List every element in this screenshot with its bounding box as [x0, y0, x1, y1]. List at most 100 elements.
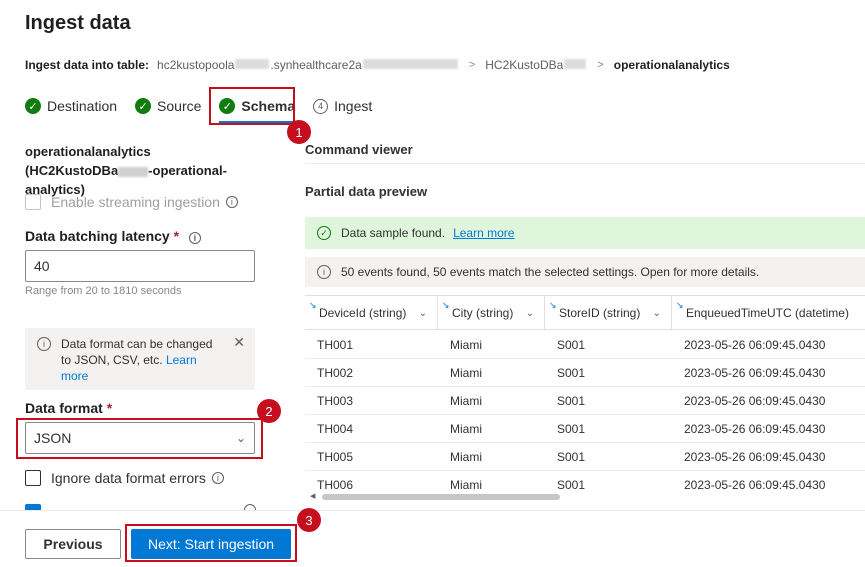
annotation-badge-3: 3 [297, 508, 321, 532]
cell-enqueuedtime: 2023-05-26 06:09:45.0430 [684, 366, 826, 380]
data-format-label: Data format * [25, 400, 112, 416]
ignore-errors-checkbox[interactable] [25, 470, 41, 486]
column-header-enqueuedtime[interactable]: ↘ EnqueuedTimeUTC (datetime) ⌄ [672, 296, 865, 330]
streaming-ingestion-checkbox[interactable] [25, 194, 41, 210]
cell-storeid: S001 [557, 450, 586, 464]
cell-deviceid: TH004 [317, 422, 354, 436]
cell-storeid: S001 [557, 394, 586, 408]
breadcrumb-database[interactable]: HC2KustoDBa [485, 58, 587, 72]
learn-more-link[interactable]: Learn more [453, 226, 514, 240]
column-marker-icon: ↘ [309, 300, 317, 310]
info-icon: i [37, 337, 51, 351]
cell-enqueuedtime: 2023-05-26 06:09:45.0430 [684, 394, 826, 408]
breadcrumb-database-start: HC2KustoDBa [485, 58, 564, 72]
streaming-ingestion-label: Enable streaming ingestion [51, 194, 220, 210]
table-name-line2-start: (HC2KustoDBa [25, 163, 119, 178]
cell-city: Miami [450, 394, 482, 408]
command-viewer-toggle[interactable]: Command viewer [305, 142, 413, 157]
step-number-icon: 4 [313, 98, 329, 114]
column-header-storeid[interactable]: ↘ StoreID (string) ⌄ [545, 296, 672, 330]
horizontal-scrollbar[interactable]: ◀ [310, 492, 860, 502]
column-header-label: DeviceId (string) [319, 306, 407, 320]
info-icon[interactable]: i [188, 232, 201, 244]
cell-enqueuedtime: 2023-05-26 06:09:45.0430 [684, 338, 826, 352]
latency-label: Data batching latency * i [25, 228, 201, 244]
table-name-line1: operationalanalytics [25, 144, 151, 159]
column-marker-icon: ↘ [676, 300, 684, 310]
chevron-down-icon[interactable]: ⌄ [653, 308, 661, 319]
events-info-text: 50 events found, 50 events match the sel… [341, 265, 760, 279]
redacted-text [235, 59, 270, 69]
column-header-label: City (string) [452, 306, 514, 320]
data-format-info-box: i Data format can be changed to JSON, CS… [25, 328, 255, 390]
chevron-down-icon[interactable]: ⌄ [526, 308, 534, 319]
tab-source[interactable]: ✓ Source [135, 92, 201, 120]
column-marker-icon: ↘ [442, 300, 450, 310]
cell-storeid: S001 [557, 422, 586, 436]
cell-deviceid: TH005 [317, 450, 354, 464]
divider [305, 163, 865, 164]
scrollbar-thumb[interactable] [322, 494, 560, 500]
column-header-deviceid[interactable]: ↘ DeviceId (string) ⌄ [305, 296, 438, 330]
info-icon[interactable]: i [225, 196, 238, 208]
cell-deviceid: TH002 [317, 366, 354, 380]
redacted-text [362, 59, 458, 69]
table-name-line2-end: -operational- [148, 163, 227, 178]
table-row[interactable]: TH002 Miami S001 2023-05-26 06:09:45.043… [305, 359, 865, 387]
cell-city: Miami [450, 450, 482, 464]
table-row[interactable]: TH001 Miami S001 2023-05-26 06:09:45.043… [305, 331, 865, 359]
required-mark: * [106, 400, 113, 416]
close-icon[interactable]: ✕ [233, 334, 245, 350]
breadcrumb-cluster-start: hc2kustopoola [157, 58, 235, 72]
chevron-down-icon[interactable]: ⌄ [419, 308, 427, 319]
table-row[interactable]: TH003 Miami S001 2023-05-26 06:09:45.043… [305, 387, 865, 415]
check-circle-icon: ✓ [135, 98, 152, 114]
table-name-heading: operationalanalytics (HC2KustoDBa -operat… [25, 142, 265, 199]
streaming-ingestion-option: Enable streaming ingestion i [25, 194, 238, 210]
tab-label: Source [157, 98, 202, 114]
cell-storeid: S001 [557, 366, 586, 380]
annotation-badge-2: 2 [257, 399, 281, 423]
grid-header: ↘ DeviceId (string) ⌄ ↘ City (string) ⌄ … [305, 296, 865, 330]
page-title: Ingest data [25, 12, 131, 34]
redacted-text [118, 166, 149, 177]
cell-city: Miami [450, 422, 482, 436]
table-row[interactable]: TH005 Miami S001 2023-05-26 06:09:45.043… [305, 443, 865, 471]
breadcrumb-cluster[interactable]: hc2kustopoola .synhealthcare2a [157, 58, 459, 72]
chevron-right-icon: > [468, 59, 476, 71]
check-circle-icon: ✓ [25, 98, 41, 114]
highlight-next-button [125, 524, 297, 562]
breadcrumb-label: Ingest data into table: [25, 58, 150, 72]
column-header-city[interactable]: ↘ City (string) ⌄ [438, 296, 545, 330]
data-preview-grid: ↘ DeviceId (string) ⌄ ↘ City (string) ⌄ … [305, 295, 865, 505]
highlight-data-format [16, 418, 263, 459]
wizard-tabs: ✓ Destination ✓ Source ✓ Schema 4 Ingest [25, 92, 390, 123]
tab-label: Destination [47, 98, 118, 114]
latency-input[interactable] [25, 250, 255, 282]
tab-destination[interactable]: ✓ Destination [25, 92, 117, 120]
redacted-text [564, 59, 587, 69]
previous-button[interactable]: Previous [25, 529, 121, 559]
events-info-bar[interactable]: i 50 events found, 50 events match the s… [305, 257, 865, 287]
ignore-errors-option: Ignore data format errors i [25, 470, 224, 486]
cell-deviceid: TH003 [317, 394, 354, 408]
latency-hint: Range from 20 to 1810 seconds [25, 285, 182, 297]
column-header-label: StoreID (string) [559, 306, 641, 320]
cell-deviceid: TH001 [317, 338, 354, 352]
latency-label-text: Data batching latency [25, 228, 170, 244]
tab-ingest[interactable]: 4 Ingest [313, 92, 372, 120]
ignore-errors-label: Ignore data format errors [51, 470, 206, 486]
table-row[interactable]: TH004 Miami S001 2023-05-26 06:09:45.043… [305, 415, 865, 443]
info-icon[interactable]: i [211, 472, 224, 484]
breadcrumb: Ingest data into table: hc2kustopoola .sy… [25, 58, 730, 72]
required-mark: * [173, 228, 180, 244]
breadcrumb-table: operationalanalytics [613, 58, 730, 72]
cell-city: Miami [450, 366, 482, 380]
cell-storeid: S001 [557, 338, 586, 352]
scroll-left-icon[interactable]: ◀ [310, 492, 315, 500]
data-format-label-text: Data format [25, 400, 103, 416]
chevron-right-icon: > [597, 59, 604, 71]
success-text: Data sample found. [341, 226, 446, 240]
info-icon: i [317, 265, 331, 279]
partial-preview-heading: Partial data preview [305, 184, 428, 199]
